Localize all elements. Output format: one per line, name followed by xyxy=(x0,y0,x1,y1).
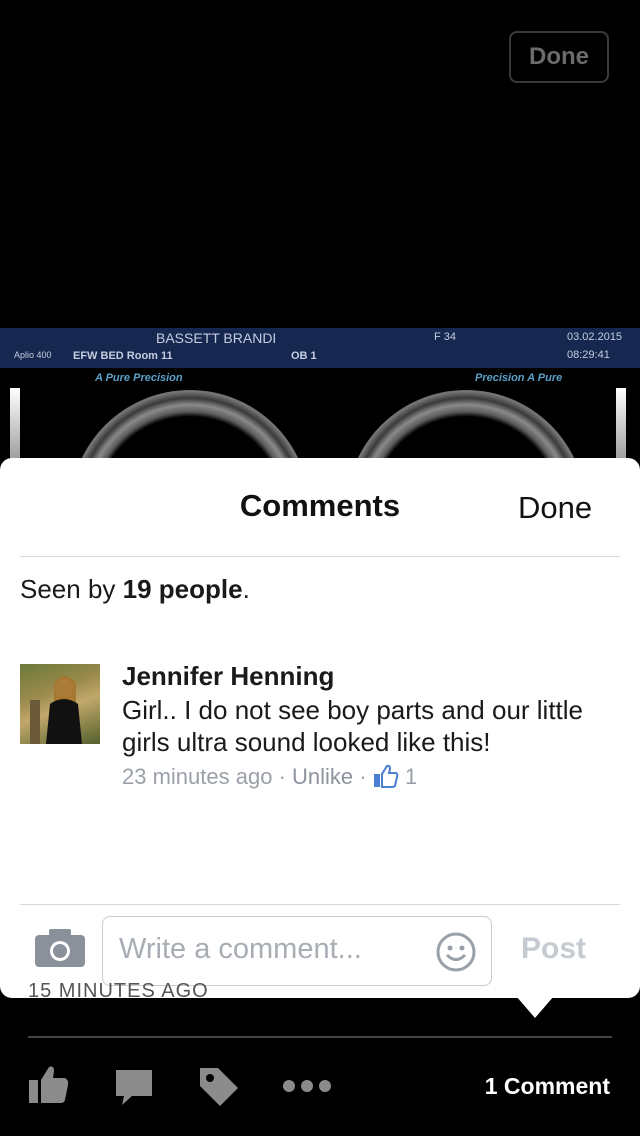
gray-scale-bar-right xyxy=(616,388,626,463)
comments-done-button[interactable]: Done xyxy=(518,490,592,526)
more-icon[interactable] xyxy=(282,1078,332,1099)
comments-panel: Comments Done Seen by 19 people. Jennife… xyxy=(0,458,640,998)
thumbs-up-icon[interactable] xyxy=(373,764,405,789)
machine-name: Aplio 400 xyxy=(14,350,52,360)
scan-date: 03.02.2015 xyxy=(567,331,623,343)
ultrasound-image: BASSETT BRANDI F 34 03.02.2015 Aplio 400… xyxy=(0,328,640,463)
like-count: 1 xyxy=(404,764,418,789)
mode-label: OB 1 xyxy=(291,350,317,362)
camera-icon[interactable] xyxy=(34,928,86,973)
post-button[interactable]: Post xyxy=(521,932,586,966)
bottom-divider xyxy=(28,1036,612,1038)
ultrasound-header: BASSETT BRANDI F 34 03.02.2015 Aplio 400… xyxy=(0,328,640,368)
scan-time: 08:29:41 xyxy=(567,349,610,361)
gray-scale-bar xyxy=(10,388,20,463)
unlike-link[interactable]: Unlike xyxy=(292,764,353,789)
comment-text: Girl.. I do not see boy parts and our li… xyxy=(122,695,584,757)
f-value: F 34 xyxy=(434,331,457,343)
comment-meta: 23 minutes ago · Unlike · 1 xyxy=(122,764,418,789)
patient-name: BASSETT BRANDI xyxy=(156,330,277,346)
comment-input[interactable]: Write a comment... xyxy=(102,916,492,986)
like-icon[interactable] xyxy=(28,1064,70,1109)
post-timestamp: 15 MINUTES AGO xyxy=(28,980,209,1002)
avatar[interactable] xyxy=(20,664,100,744)
right-tag: Precision A Pure xyxy=(475,372,563,384)
comment-count-link[interactable]: 1 Comment xyxy=(485,1073,610,1100)
comment-icon[interactable] xyxy=(114,1068,154,1111)
room-label: EFW BED Room 11 xyxy=(73,350,173,362)
left-tag: A Pure Precision xyxy=(95,372,183,384)
seen-by-text: Seen by 19 people. xyxy=(20,574,250,604)
comment-author[interactable]: Jennifer Henning xyxy=(122,661,334,692)
scan-fan-left xyxy=(70,390,310,463)
comment-time: 23 minutes ago xyxy=(122,764,273,789)
panel-caret xyxy=(516,996,554,1018)
divider xyxy=(20,556,620,557)
seen-count[interactable]: 19 people xyxy=(123,574,243,604)
tag-icon[interactable] xyxy=(198,1066,240,1113)
scan-fan-right xyxy=(346,390,586,463)
emoji-icon[interactable] xyxy=(435,931,477,978)
divider xyxy=(20,904,620,905)
comment-placeholder: Write a comment... xyxy=(119,933,362,965)
top-done-button[interactable]: Done xyxy=(509,31,609,83)
